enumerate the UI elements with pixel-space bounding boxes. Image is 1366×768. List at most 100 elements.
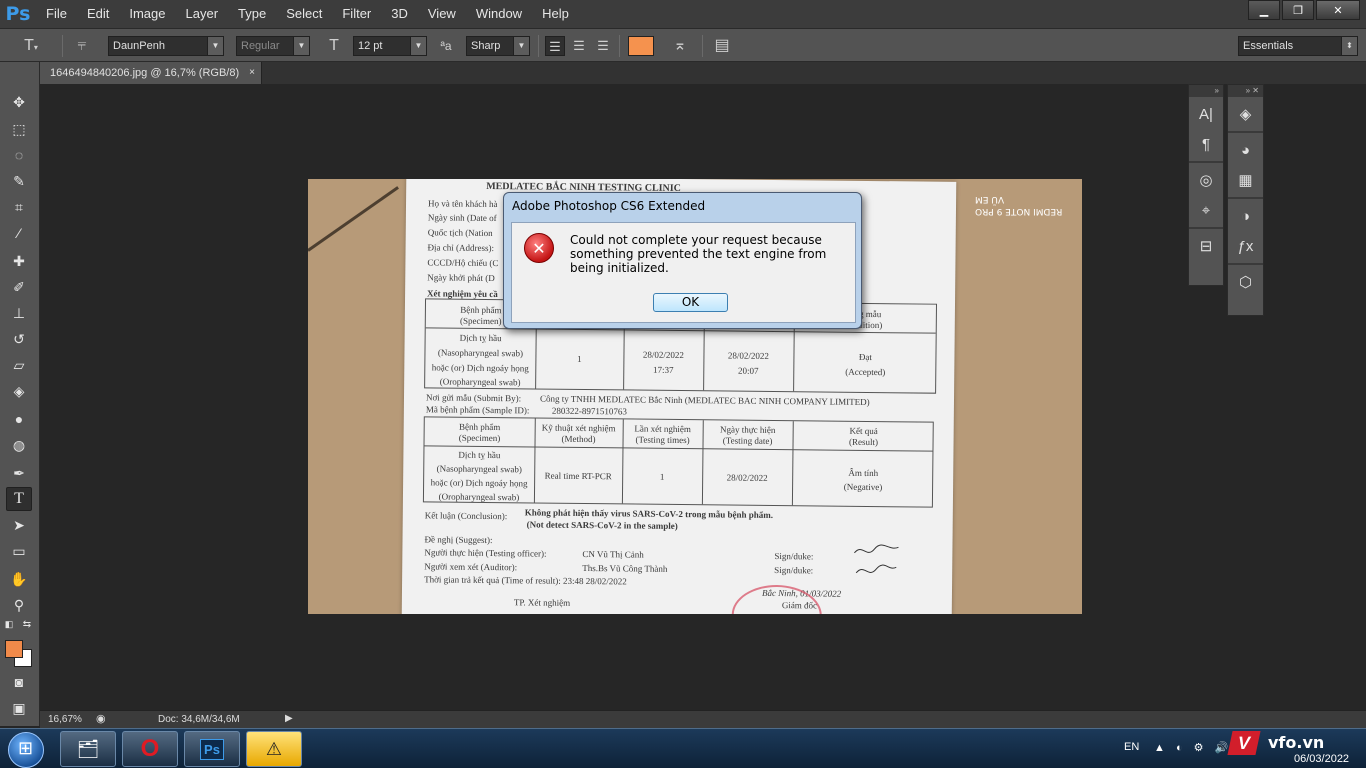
swatches-panel-icon[interactable]: ▦ bbox=[1233, 167, 1259, 193]
marquee-tool-icon[interactable]: ⬚ bbox=[6, 117, 32, 141]
move-tool-icon[interactable]: ✥ bbox=[6, 90, 32, 114]
sign-label: Sign/duke: bbox=[774, 551, 814, 562]
chevron-down-icon: ⬍ bbox=[1341, 37, 1357, 55]
ok-button[interactable]: OK bbox=[653, 293, 728, 312]
table-cell: (Oropharyngeal swab) bbox=[438, 491, 520, 503]
lasso-tool-icon[interactable]: ◌ bbox=[6, 143, 32, 167]
collapse-panels-icon[interactable]: » ✕ bbox=[1228, 85, 1263, 97]
align-right-icon[interactable]: ☰ bbox=[593, 36, 613, 56]
history-panel-icon[interactable]: ⊟ bbox=[1193, 233, 1219, 259]
crop-tool-icon[interactable]: ⌗ bbox=[6, 195, 32, 219]
history-brush-tool-icon[interactable]: ↺ bbox=[6, 327, 32, 351]
eraser-tool-icon[interactable]: ▱ bbox=[6, 353, 32, 377]
conclusion-label: Kết luận (Conclusion): bbox=[424, 510, 508, 522]
paragraph-panel-icon[interactable]: ¶ bbox=[1193, 131, 1219, 157]
minimize-button[interactable]: ▁ bbox=[1248, 0, 1280, 20]
toggle-orientation-icon[interactable]: ⫧ bbox=[70, 36, 94, 56]
character-panel-icon[interactable]: A| bbox=[1193, 101, 1219, 127]
layer-style-panel-icon[interactable]: ƒx bbox=[1233, 233, 1259, 259]
adjustments-panel-icon[interactable]: ◎ bbox=[1193, 167, 1219, 193]
quick-select-tool-icon[interactable]: ✎ bbox=[6, 169, 32, 193]
layers-panel-icon[interactable]: ◈ bbox=[1233, 101, 1259, 127]
clock-date[interactable]: 06/03/2022 bbox=[1294, 753, 1349, 765]
menu-select[interactable]: Select bbox=[276, 0, 332, 28]
status-menu-icon[interactable]: ◉ bbox=[96, 712, 106, 725]
submitted-by-label: Nơi gửi mẫu (Submit By): bbox=[425, 392, 522, 404]
color-panel-icon[interactable]: ◕ bbox=[1233, 137, 1259, 163]
align-center-icon[interactable]: ☰ bbox=[569, 36, 589, 56]
blur-tool-icon[interactable]: ● bbox=[6, 407, 32, 431]
styles-panel-icon[interactable]: ◑ bbox=[1233, 203, 1259, 229]
workspace-select[interactable]: Essentials ⬍ bbox=[1238, 36, 1358, 56]
menu-edit[interactable]: Edit bbox=[77, 0, 119, 28]
healing-brush-tool-icon[interactable]: ✚ bbox=[6, 249, 32, 273]
document-tab[interactable]: 1646494840206.jpg @ 16,7% (RGB/8) × bbox=[40, 62, 262, 84]
pen-tool-icon[interactable]: ✒ bbox=[6, 461, 32, 485]
explorer-taskbar-icon[interactable]: 🗂 bbox=[60, 731, 116, 767]
character-panel-icon[interactable]: ▤ bbox=[710, 36, 734, 56]
table-header: (Specimen) bbox=[458, 432, 501, 444]
opera-taskbar-icon[interactable]: O bbox=[122, 731, 178, 767]
table-cell: Đạt bbox=[858, 351, 873, 363]
menu-image[interactable]: Image bbox=[119, 0, 175, 28]
panel-dock-1: » A| ¶ ◎ ⌖ ⊟ bbox=[1188, 84, 1224, 286]
table-cell: (Nasopharyngeal swab) bbox=[436, 463, 522, 475]
submitted-by-value: Công ty TNHH MEDLATEC Bắc Ninh (MEDLATEC… bbox=[539, 393, 870, 407]
swap-colors-icon[interactable]: ⇆ bbox=[20, 617, 34, 631]
anti-alias-select[interactable]: Sharp ▼ bbox=[466, 36, 530, 56]
canvas-area[interactable]: MEDLATEC BẮC NINH TESTING CLINIC Họ và t… bbox=[40, 84, 1186, 710]
close-window-button[interactable]: ✕ bbox=[1316, 0, 1360, 20]
expand-panels-icon[interactable]: » bbox=[1189, 85, 1223, 97]
type-tool-icon[interactable]: T bbox=[6, 487, 32, 511]
dodge-tool-icon[interactable]: ◍ bbox=[6, 433, 32, 457]
status-arrow-icon[interactable]: ▶ bbox=[285, 713, 293, 724]
dialog-body: ✕ Could not complete your request becaus… bbox=[511, 222, 856, 323]
language-indicator[interactable]: EN bbox=[1124, 741, 1139, 753]
menu-file[interactable]: File bbox=[36, 0, 77, 28]
default-colors-icon[interactable]: ◧ bbox=[2, 617, 16, 631]
zoom-level[interactable]: 16,67% bbox=[48, 714, 82, 725]
table-header: (Testing times) bbox=[635, 434, 690, 446]
font-family-select[interactable]: DaunPenh ▼ bbox=[108, 36, 224, 56]
menu-window[interactable]: Window bbox=[466, 0, 532, 28]
paint-bucket-tool-icon[interactable]: ◈ bbox=[6, 379, 32, 403]
3d-panel-icon[interactable]: ⬡ bbox=[1233, 269, 1259, 295]
start-button[interactable] bbox=[8, 732, 44, 768]
separator bbox=[619, 35, 620, 57]
menu-3d[interactable]: 3D bbox=[381, 0, 418, 28]
path-selection-tool-icon[interactable]: ➤ bbox=[6, 513, 32, 537]
rectangle-tool-icon[interactable]: ▭ bbox=[6, 539, 32, 563]
hand-tool-icon[interactable]: ✋ bbox=[6, 567, 32, 591]
photoshop-taskbar-icon[interactable]: Ps bbox=[184, 731, 240, 767]
photoshop-logo-icon: Ps bbox=[5, 3, 31, 25]
warp-text-icon[interactable]: ⌅ bbox=[668, 36, 692, 56]
tools-panel: ✥ ⬚ ◌ ✎ ⌗ ⁄ ✚ ✐ ⊥ ↺ ▱ ◈ ● ◍ ✒ T ➤ ▭ ✋ ⚲ … bbox=[0, 62, 40, 726]
menu-filter[interactable]: Filter bbox=[332, 0, 381, 28]
cardboard-crease bbox=[308, 186, 399, 252]
zoom-tool-icon[interactable]: ⚲ bbox=[6, 593, 32, 617]
panel-divider bbox=[1189, 161, 1223, 163]
screen-mode-icon[interactable]: ▣ bbox=[6, 696, 32, 720]
eyedropper-tool-icon[interactable]: ⁄ bbox=[6, 221, 32, 245]
align-left-icon[interactable]: ☰ bbox=[545, 36, 565, 56]
font-size-select[interactable]: 12 pt ▼ bbox=[353, 36, 427, 56]
menu-layer[interactable]: Layer bbox=[176, 0, 229, 28]
quick-mask-icon[interactable]: ◙ bbox=[6, 670, 32, 694]
restore-button[interactable]: ❐ bbox=[1282, 0, 1314, 20]
sample-id-value: 280322-8971510763 bbox=[551, 405, 627, 417]
menu-view[interactable]: View bbox=[418, 0, 466, 28]
brush-tool-icon[interactable]: ✐ bbox=[6, 275, 32, 299]
menu-type[interactable]: Type bbox=[228, 0, 276, 28]
warning-taskbar-icon[interactable]: ⚠ bbox=[246, 731, 302, 767]
paths-panel-icon[interactable]: ⌖ bbox=[1193, 197, 1219, 223]
workspace-value: Essentials bbox=[1243, 40, 1294, 52]
text-color-swatch[interactable] bbox=[628, 36, 654, 56]
type-tool-preset-icon[interactable]: T▾ bbox=[18, 36, 44, 56]
font-style-select[interactable]: Regular ▼ bbox=[236, 36, 310, 56]
tray-icons[interactable]: ▲ ◐ ⚙ 🔊 bbox=[1154, 741, 1232, 754]
menu-help[interactable]: Help bbox=[532, 0, 579, 28]
table-cell: 20:07 bbox=[737, 365, 759, 376]
foreground-color-swatch[interactable] bbox=[5, 640, 23, 658]
clone-stamp-tool-icon[interactable]: ⊥ bbox=[6, 301, 32, 325]
close-tab-icon[interactable]: × bbox=[249, 62, 255, 84]
